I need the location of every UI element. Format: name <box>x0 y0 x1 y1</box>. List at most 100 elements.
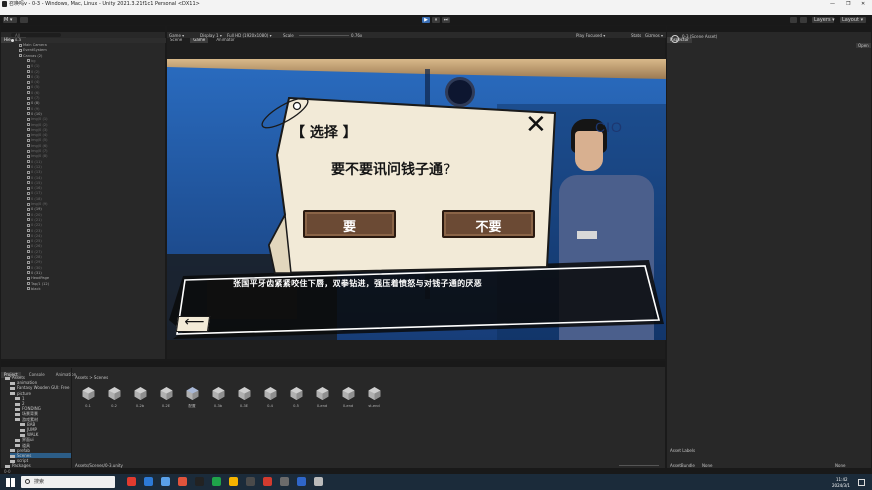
pause-button[interactable]: ⏸ <box>432 17 440 23</box>
hierarchy-item[interactable]: 0 (15) <box>27 181 42 186</box>
hierarchy-item[interactable]: Tap/1 (12) <box>27 282 49 287</box>
layers-dropdown[interactable]: Layers ▾ <box>812 17 835 23</box>
scale-slider[interactable] <box>299 34 349 36</box>
taskbar-app-icon[interactable] <box>212 477 221 486</box>
hierarchy-item[interactable]: 0 (7) <box>27 96 40 101</box>
hierarchy-item[interactable]: 0 (11) <box>27 160 42 165</box>
gizmos-dropdown[interactable]: Gizmos ▾ <box>645 33 663 38</box>
windows-start-icon[interactable] <box>6 478 15 487</box>
hierarchy-item[interactable]: 0 (20) <box>27 213 42 218</box>
hierarchy-item[interactable]: HeadPage <box>27 276 49 281</box>
resolution-dropdown[interactable]: Full HD (1920x1080) ▾ <box>227 33 272 38</box>
account-dropdown[interactable]: M ▾ <box>3 17 17 23</box>
no-button[interactable]: 不要 <box>442 210 535 238</box>
hierarchy-item[interactable]: 0 (5) <box>27 85 40 90</box>
minimize-button[interactable]: — <box>830 1 835 7</box>
display-number-dropdown[interactable]: Display 1 ▾ <box>200 33 222 38</box>
hierarchy-item[interactable]: EventSystem <box>19 48 47 53</box>
hierarchy-item[interactable]: Canvas (2) <box>19 54 42 59</box>
game-render-area[interactable]: CIO 张国平牙齿紧紧咬住下唇，双拳钻进，强压着愤怒与对钱子通的厌恶 ⟵ 【 选… <box>167 59 666 340</box>
hierarchy-item[interactable]: 0 (4) <box>27 80 40 85</box>
hierarchy-item[interactable]: 0 (9) <box>27 107 40 112</box>
hierarchy-item[interactable]: 0 (1) <box>27 64 40 69</box>
hierarchy-item[interactable]: 0 (24) <box>27 234 42 239</box>
scene-asset-item[interactable]: st-end <box>364 386 384 408</box>
hierarchy-item[interactable]: 0 (12) <box>27 165 42 170</box>
notification-icon[interactable] <box>858 479 865 486</box>
back-arrow-button[interactable]: ⟵ <box>175 314 211 332</box>
search-icon[interactable] <box>800 17 807 23</box>
hierarchy-item[interactable]: 0 (23) <box>27 229 42 234</box>
hierarchy-item[interactable]: 0 (28) <box>27 255 42 260</box>
layout-dropdown[interactable]: Layout ▾ <box>840 17 866 23</box>
taskbar-search-input[interactable]: 搜索 <box>34 479 44 485</box>
hierarchy-item[interactable]: black <box>27 287 41 292</box>
cloud-icon[interactable] <box>20 17 28 23</box>
scene-asset-item[interactable]: 0-3E <box>234 386 254 408</box>
hierarchy-item[interactable]: Img/0 (6) <box>27 144 48 149</box>
hierarchy-item[interactable]: 0 (8) <box>27 101 40 106</box>
scene-asset-item[interactable]: 0-5 <box>286 386 306 408</box>
taskbar-app-icon[interactable] <box>178 477 187 486</box>
hierarchy-item[interactable]: 0 (18) <box>27 197 42 202</box>
open-button[interactable]: Open <box>856 43 871 48</box>
taskbar-app-icon[interactable] <box>144 477 153 486</box>
taskbar-search-box[interactable]: 搜索 <box>21 476 115 488</box>
project-breadcrumb[interactable]: Assets > Scenes <box>75 375 108 380</box>
dialog-close-button[interactable]: ✕ <box>525 110 547 140</box>
hierarchy-item[interactable]: 0 (3) <box>27 75 40 80</box>
yes-button[interactable]: 要 <box>303 210 396 238</box>
hierarchy-item[interactable]: Img/0 (3) <box>27 128 48 133</box>
history-icon[interactable] <box>790 17 797 23</box>
hierarchy-item[interactable]: Img/0 (8) <box>27 154 48 159</box>
taskbar-app-icon[interactable] <box>314 477 323 486</box>
hierarchy-item[interactable]: 0 (10) <box>27 112 42 117</box>
hierarchy-item[interactable]: 0 (14) <box>27 176 42 181</box>
maximize-button[interactable]: ❐ <box>846 1 850 7</box>
hierarchy-item[interactable]: 0 (17) <box>27 191 42 196</box>
icon-size-slider[interactable] <box>619 465 659 466</box>
play-button[interactable]: ▶ <box>422 17 430 23</box>
hierarchy-item[interactable]: Img/0 (4) <box>27 133 48 138</box>
game-display-dropdown[interactable]: Game ▾ <box>169 33 184 38</box>
scene-asset-item[interactable]: 0-3b <box>208 386 228 408</box>
hierarchy-item[interactable]: 0 (30) <box>27 266 42 271</box>
hierarchy-item[interactable]: 0 (2) <box>27 70 40 75</box>
stats-button[interactable]: Stats <box>631 33 641 38</box>
play-mode-dropdown[interactable]: Play Focused ▾ <box>576 33 605 38</box>
project-divider[interactable] <box>71 368 72 474</box>
hierarchy-item[interactable]: Img/0 (9) <box>27 202 48 207</box>
hierarchy-item[interactable]: 0 (26) <box>27 244 42 249</box>
hierarchy-item[interactable]: bg <box>27 59 36 64</box>
hierarchy-item[interactable]: 0 (22) <box>27 223 42 228</box>
hierarchy-item[interactable]: 0 (31) <box>27 271 42 276</box>
taskbar-app-icon[interactable] <box>161 477 170 486</box>
taskbar-app-icon[interactable] <box>246 477 255 486</box>
taskbar-app-icon[interactable] <box>195 477 204 486</box>
hierarchy-search-input[interactable]: All <box>15 33 20 38</box>
hierarchy-item[interactable]: 0 (6) <box>27 91 40 96</box>
taskbar-app-icon[interactable] <box>127 477 136 486</box>
hierarchy-item[interactable]: 0 (27) <box>27 250 42 255</box>
scene-asset-item[interactable]: 0-2E <box>156 386 176 408</box>
hierarchy-item[interactable]: 0 (13) <box>27 170 42 175</box>
scene-asset-item[interactable]: 0-end <box>338 386 358 408</box>
taskbar-app-icon[interactable] <box>229 477 238 486</box>
close-window-button[interactable]: ✕ <box>861 1 865 7</box>
hierarchy-item[interactable]: 0 (16) <box>27 186 42 191</box>
hierarchy-item[interactable]: 0 (19) <box>27 207 42 212</box>
taskbar-app-icon[interactable] <box>280 477 289 486</box>
hierarchy-item[interactable]: Main Camera <box>19 43 47 48</box>
hierarchy-item[interactable]: Img/0 (2) <box>27 123 48 128</box>
scene-asset-item[interactable]: 0-2b <box>130 386 150 408</box>
scene-asset-item[interactable]: 0-2 <box>104 386 124 408</box>
hierarchy-item[interactable]: Img/0 (7) <box>27 149 48 154</box>
scene-asset-item[interactable]: 配置 <box>182 386 202 409</box>
taskbar-app-icon[interactable] <box>297 477 306 486</box>
hierarchy-item[interactable]: Img/0 (1) <box>27 117 48 122</box>
scene-asset-item[interactable]: 0-1 <box>78 386 98 408</box>
scene-asset-item[interactable]: 0-4 <box>260 386 280 408</box>
taskbar-app-icon[interactable] <box>263 477 272 486</box>
scene-asset-item[interactable]: 0-end <box>312 386 332 408</box>
hierarchy-item[interactable]: 0 (21) <box>27 218 42 223</box>
